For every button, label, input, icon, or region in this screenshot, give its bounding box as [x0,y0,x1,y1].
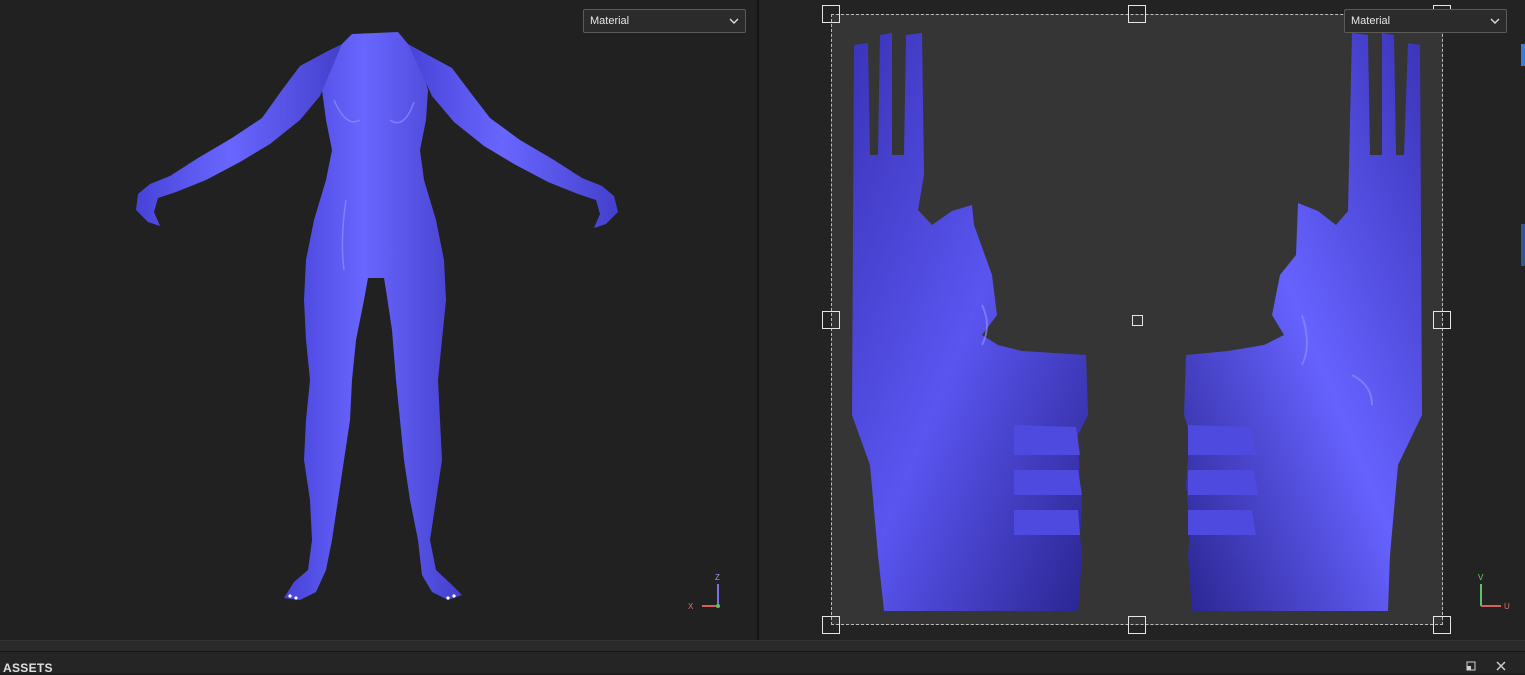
panel-splitter[interactable] [0,640,1525,652]
axis-gizmo-uv: V U [1471,570,1511,612]
axis-gizmo-3d: Z X [684,570,724,612]
transform-handle-right[interactable] [1433,311,1451,329]
close-icon[interactable] [1495,660,1507,672]
axis-u-label: U [1504,602,1510,611]
chevron-down-icon [729,18,739,24]
axis-gizmo-icon: V U [1478,573,1510,611]
transform-handle-bottom[interactable] [1128,616,1146,634]
maximize-icon[interactable] [1465,660,1477,672]
assets-panel-header: ASSETS [0,652,1525,675]
axis-x-label: X [688,602,694,611]
right-edge-indicator [1521,224,1525,266]
viewport-uv[interactable]: Material V U [759,0,1525,640]
transform-handle-center[interactable] [1132,315,1143,326]
right-edge-indicator [1521,44,1525,66]
viewport-3d[interactable]: Material Z X [0,0,757,640]
uv-shading-mode-select[interactable]: Material [1344,9,1507,33]
body-model-mesh [136,32,618,600]
shading-mode-value: Material [590,15,630,27]
axis-v-label: V [1478,573,1484,582]
axis-z-label: Z [715,573,720,582]
transform-handle-bottom-right[interactable] [1433,616,1451,634]
chevron-down-icon [1490,18,1500,24]
transform-handle-bottom-left[interactable] [822,616,840,634]
transform-handle-left[interactable] [822,311,840,329]
uv-shading-mode-value: Material [1351,15,1391,27]
transform-handle-top[interactable] [1128,5,1146,23]
shading-mode-select[interactable]: Material [583,9,746,33]
axis-gizmo-icon: Z X [688,573,720,611]
transform-handle-top-left[interactable] [822,5,840,23]
